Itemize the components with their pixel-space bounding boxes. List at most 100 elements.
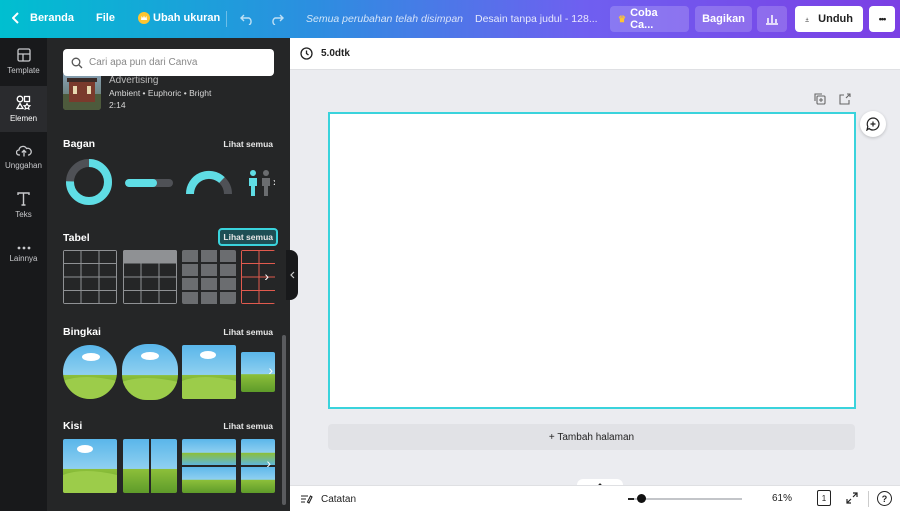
section-title-grids: Kisi: [63, 420, 83, 432]
timer-duration[interactable]: 5.0dtk: [321, 48, 350, 59]
editor-toolbar: 5.0dtk: [290, 38, 900, 70]
timer-icon[interactable]: [300, 47, 313, 60]
download-button[interactable]: Unduh: [795, 6, 863, 32]
upload-cloud-icon: [15, 145, 32, 157]
document-title[interactable]: Desain tanpa judul - 128...: [475, 13, 598, 25]
see-all-tables-link[interactable]: Lihat semua: [218, 228, 278, 246]
resize-button[interactable]: Ubah ukuran: [138, 12, 220, 24]
zoom-slider[interactable]: [628, 494, 742, 503]
more-dots-icon: [17, 246, 30, 249]
page-count: 1: [821, 493, 827, 503]
table-grid-filled[interactable]: [182, 250, 236, 304]
design-page-canvas[interactable]: [328, 112, 856, 409]
table-red-icon: [241, 250, 275, 304]
rail-item-template[interactable]: Template: [0, 38, 47, 84]
rail-label-template: Template: [7, 65, 40, 75]
duplicate-icon: [814, 93, 826, 105]
panel-scrollbar[interactable]: [282, 335, 286, 505]
table-filled-icon: [182, 250, 236, 304]
home-button[interactable]: Beranda: [12, 12, 74, 24]
download-label: Unduh: [818, 13, 853, 25]
page-count-button[interactable]: 1: [817, 490, 831, 506]
grid-single[interactable]: [63, 439, 117, 493]
insights-button[interactable]: [757, 6, 787, 32]
table-icon: [63, 250, 117, 304]
add-page-button[interactable]: + Tambah halaman: [328, 424, 855, 450]
chevron-left-icon: [12, 12, 19, 24]
table-grid-header[interactable]: [123, 250, 177, 304]
help-icon: ?: [881, 493, 888, 504]
chart-gauge[interactable]: [185, 166, 233, 196]
resize-label: Ubah ukuran: [153, 12, 221, 24]
grid-divider: [149, 439, 151, 493]
carousel-next-arrow[interactable]: ›: [264, 268, 269, 284]
donut-chart-icon: [66, 159, 112, 205]
chart-pictogram[interactable]: ›: [245, 169, 275, 197]
search-input[interactable]: Cari apa pun dari Canva: [89, 57, 197, 68]
frame-slanted[interactable]: ›: [241, 352, 275, 392]
add-page-icon-button[interactable]: [838, 92, 852, 106]
audio-meta: Ambient • Euphoric • Bright: [109, 88, 212, 98]
divider: [226, 11, 227, 27]
text-icon: [17, 191, 30, 206]
see-all-grids-link[interactable]: Lihat semua: [223, 421, 273, 431]
landscape-image: [122, 352, 178, 400]
building-image: [63, 78, 101, 110]
audio-title: Advertising: [109, 75, 159, 86]
zoom-slider-knob[interactable]: [636, 494, 646, 503]
help-button[interactable]: ?: [877, 491, 892, 506]
duplicate-page-button[interactable]: [813, 92, 827, 106]
chart-donut[interactable]: [65, 158, 113, 206]
zoom-percentage[interactable]: 61%: [772, 493, 792, 504]
gauge-icon: [185, 170, 232, 195]
frame-scalloped[interactable]: [122, 344, 178, 400]
chart-progress-bar[interactable]: [125, 179, 173, 187]
more-dots-icon: •••: [878, 14, 887, 24]
table-grid-red[interactable]: ›: [241, 250, 275, 304]
audio-duration: 2:14: [109, 100, 126, 110]
comment-button[interactable]: [860, 111, 886, 137]
grid-divider: [182, 465, 236, 467]
section-title-tables: Tabel: [63, 232, 90, 244]
share-button[interactable]: Bagikan: [695, 6, 752, 32]
rail-item-more[interactable]: Lainnya: [0, 231, 47, 277]
expand-icon: [846, 492, 858, 504]
add-page-icon: [839, 93, 851, 105]
try-pro-button[interactable]: ♛ Coba Ca...: [610, 6, 689, 32]
table-grid-plain[interactable]: [63, 250, 117, 304]
rail-label-text: Teks: [15, 209, 32, 219]
fullscreen-button[interactable]: [845, 491, 859, 505]
see-all-charts-link[interactable]: Lihat semua: [223, 139, 273, 149]
divider: [868, 491, 869, 507]
notes-button[interactable]: Catatan: [300, 491, 370, 507]
elements-icon: [16, 95, 31, 110]
carousel-next-arrow[interactable]: ›: [266, 455, 271, 471]
crown-icon: ♛: [618, 13, 627, 24]
frame-square[interactable]: [182, 345, 236, 399]
grid-two-columns[interactable]: [123, 439, 177, 493]
redo-button[interactable]: [268, 11, 286, 27]
table-header-icon: [123, 250, 177, 304]
audio-thumbnail[interactable]: [63, 72, 101, 110]
add-page-label: + Tambah halaman: [548, 431, 635, 443]
grid-two-rows[interactable]: [182, 439, 236, 493]
frame-circle[interactable]: [63, 345, 117, 399]
section-title-frames: Bingkai: [63, 326, 101, 338]
more-options-button[interactable]: •••: [869, 6, 895, 32]
rail-item-uploads[interactable]: Unggahan: [0, 134, 47, 180]
rail-label-more: Lainnya: [9, 253, 38, 263]
zoom-slider-fill: [628, 498, 634, 500]
carousel-next-arrow[interactable]: ›: [268, 362, 273, 378]
rail-item-elements[interactable]: Elemen: [0, 86, 47, 132]
undo-icon: [240, 14, 252, 25]
undo-button[interactable]: [238, 11, 256, 27]
progress-fill: [125, 179, 157, 187]
grid-four[interactable]: ›: [241, 439, 275, 493]
see-all-frames-link[interactable]: Lihat semua: [223, 327, 273, 337]
rail-item-text[interactable]: Teks: [0, 182, 47, 228]
carousel-next-arrow[interactable]: ›: [273, 175, 275, 189]
save-status: Semua perubahan telah disimpan: [306, 13, 464, 25]
file-menu-button[interactable]: File: [96, 12, 115, 24]
bar-chart-icon: [766, 15, 778, 25]
search-bar[interactable]: Cari apa pun dari Canva: [63, 49, 274, 76]
